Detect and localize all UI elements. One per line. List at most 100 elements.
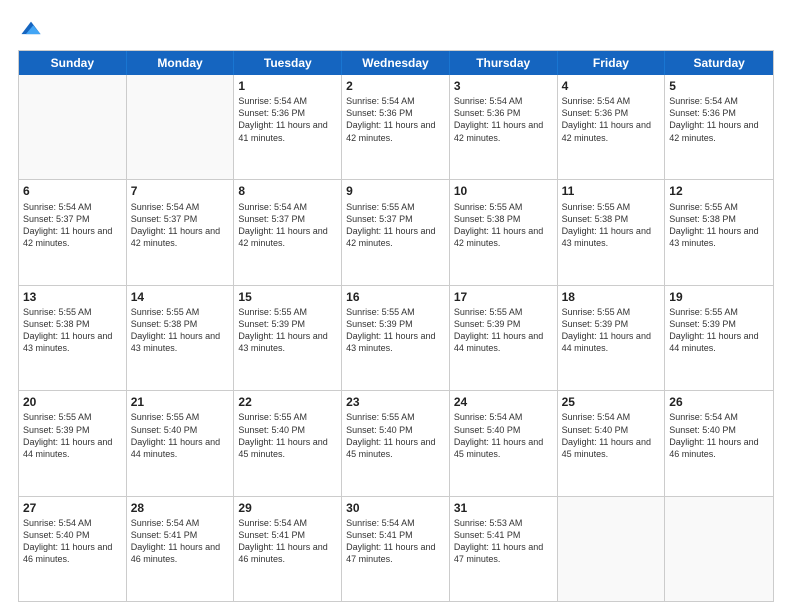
cell-info: Sunrise: 5:55 AM Sunset: 5:38 PM Dayligh… <box>131 306 230 355</box>
cell-info: Sunrise: 5:54 AM Sunset: 5:36 PM Dayligh… <box>454 95 553 144</box>
column-header-monday: Monday <box>127 51 235 75</box>
day-cell-11: 11Sunrise: 5:55 AM Sunset: 5:38 PM Dayli… <box>558 180 666 284</box>
column-header-tuesday: Tuesday <box>234 51 342 75</box>
day-cell-12: 12 Sunrise: 5:55 AM Sunset: 5:38 PM Dayli… <box>665 180 773 284</box>
logo-text <box>18 18 42 40</box>
day-number: 27 <box>23 500 122 516</box>
day-cell-28: 28Sunrise: 5:54 AM Sunset: 5:41 PM Dayli… <box>127 497 235 601</box>
day-number: 21 <box>131 394 230 410</box>
day-cell-15: 15Sunrise: 5:55 AM Sunset: 5:39 PM Dayli… <box>234 286 342 390</box>
day-number: 4 <box>562 78 661 94</box>
cell-info: Sunrise: 5:55 AM Sunset: 5:38 PM Dayligh… <box>669 201 769 250</box>
day-cell-7: 7 Sunrise: 5:54 AM Sunset: 5:37 PM Daylig… <box>127 180 235 284</box>
cell-info: Sunrise: 5:54 AM Sunset: 5:40 PM Dayligh… <box>23 517 122 566</box>
cell-info: Sunrise: 5:54 AM Sunset: 5:41 PM Dayligh… <box>346 517 445 566</box>
day-number: 18 <box>562 289 661 305</box>
day-number: 12 <box>669 183 769 199</box>
day-number: 10 <box>454 183 553 199</box>
day-cell-29: 29Sunrise: 5:54 AM Sunset: 5:41 PM Dayli… <box>234 497 342 601</box>
calendar-row-2: 6 Sunrise: 5:54 AM Sunset: 5:37 PM Daylig… <box>19 179 773 284</box>
cell-info: Sunrise: 5:53 AM Sunset: 5:41 PM Dayligh… <box>454 517 553 566</box>
day-number: 1 <box>238 78 337 94</box>
day-number: 29 <box>238 500 337 516</box>
cell-info: Sunrise: 5:54 AM Sunset: 5:40 PM Dayligh… <box>562 411 661 460</box>
calendar-row-4: 20Sunrise: 5:55 AM Sunset: 5:39 PM Dayli… <box>19 390 773 495</box>
cell-info: Sunrise: 5:55 AM Sunset: 5:40 PM Dayligh… <box>346 411 445 460</box>
empty-cell-4-6 <box>665 497 773 601</box>
day-number: 14 <box>131 289 230 305</box>
day-number: 23 <box>346 394 445 410</box>
day-number: 5 <box>669 78 769 94</box>
day-cell-5: 5Sunrise: 5:54 AM Sunset: 5:36 PM Daylig… <box>665 75 773 179</box>
logo-icon <box>20 18 42 40</box>
day-cell-24: 24Sunrise: 5:54 AM Sunset: 5:40 PM Dayli… <box>450 391 558 495</box>
day-cell-1: 1Sunrise: 5:54 AM Sunset: 5:36 PM Daylig… <box>234 75 342 179</box>
calendar-row-1: 1Sunrise: 5:54 AM Sunset: 5:36 PM Daylig… <box>19 75 773 179</box>
day-cell-31: 31Sunrise: 5:53 AM Sunset: 5:41 PM Dayli… <box>450 497 558 601</box>
day-cell-16: 16Sunrise: 5:55 AM Sunset: 5:39 PM Dayli… <box>342 286 450 390</box>
calendar: SundayMondayTuesdayWednesdayThursdayFrid… <box>18 50 774 602</box>
day-number: 17 <box>454 289 553 305</box>
cell-info: Sunrise: 5:54 AM Sunset: 5:36 PM Dayligh… <box>669 95 769 144</box>
cell-info: Sunrise: 5:55 AM Sunset: 5:39 PM Dayligh… <box>346 306 445 355</box>
day-cell-4: 4Sunrise: 5:54 AM Sunset: 5:36 PM Daylig… <box>558 75 666 179</box>
day-number: 24 <box>454 394 553 410</box>
day-number: 31 <box>454 500 553 516</box>
day-cell-13: 13Sunrise: 5:55 AM Sunset: 5:38 PM Dayli… <box>19 286 127 390</box>
day-number: 30 <box>346 500 445 516</box>
cell-info: Sunrise: 5:55 AM Sunset: 5:37 PM Dayligh… <box>346 201 445 250</box>
cell-info: Sunrise: 5:54 AM Sunset: 5:36 PM Dayligh… <box>562 95 661 144</box>
page: SundayMondayTuesdayWednesdayThursdayFrid… <box>0 0 792 612</box>
day-cell-17: 17Sunrise: 5:55 AM Sunset: 5:39 PM Dayli… <box>450 286 558 390</box>
cell-info: Sunrise: 5:55 AM Sunset: 5:39 PM Dayligh… <box>669 306 769 355</box>
day-cell-8: 8 Sunrise: 5:54 AM Sunset: 5:37 PM Daylig… <box>234 180 342 284</box>
day-number: 28 <box>131 500 230 516</box>
cell-info: Sunrise: 5:55 AM Sunset: 5:38 PM Dayligh… <box>562 201 661 250</box>
cell-info: Sunrise: 5:54 AM Sunset: 5:40 PM Dayligh… <box>669 411 769 460</box>
cell-info: Sunrise: 5:54 AM Sunset: 5:37 PM Dayligh… <box>131 201 230 250</box>
column-header-saturday: Saturday <box>665 51 773 75</box>
cell-info: Sunrise: 5:55 AM Sunset: 5:39 PM Dayligh… <box>454 306 553 355</box>
day-cell-9: 9Sunrise: 5:55 AM Sunset: 5:37 PM Daylig… <box>342 180 450 284</box>
day-cell-18: 18Sunrise: 5:55 AM Sunset: 5:39 PM Dayli… <box>558 286 666 390</box>
day-number: 8 <box>238 183 337 199</box>
cell-info: Sunrise: 5:54 AM Sunset: 5:37 PM Dayligh… <box>238 201 337 250</box>
day-cell-14: 14Sunrise: 5:55 AM Sunset: 5:38 PM Dayli… <box>127 286 235 390</box>
day-cell-3: 3Sunrise: 5:54 AM Sunset: 5:36 PM Daylig… <box>450 75 558 179</box>
day-cell-23: 23Sunrise: 5:55 AM Sunset: 5:40 PM Dayli… <box>342 391 450 495</box>
cell-info: Sunrise: 5:54 AM Sunset: 5:36 PM Dayligh… <box>238 95 337 144</box>
day-number: 7 <box>131 183 230 199</box>
cell-info: Sunrise: 5:55 AM Sunset: 5:38 PM Dayligh… <box>23 306 122 355</box>
cell-info: Sunrise: 5:55 AM Sunset: 5:40 PM Dayligh… <box>131 411 230 460</box>
column-header-sunday: Sunday <box>19 51 127 75</box>
day-number: 22 <box>238 394 337 410</box>
day-number: 15 <box>238 289 337 305</box>
cell-info: Sunrise: 5:54 AM Sunset: 5:41 PM Dayligh… <box>131 517 230 566</box>
cell-info: Sunrise: 5:55 AM Sunset: 5:40 PM Dayligh… <box>238 411 337 460</box>
logo <box>18 18 42 40</box>
cell-info: Sunrise: 5:54 AM Sunset: 5:40 PM Dayligh… <box>454 411 553 460</box>
day-cell-2: 2Sunrise: 5:54 AM Sunset: 5:36 PM Daylig… <box>342 75 450 179</box>
day-number: 16 <box>346 289 445 305</box>
day-cell-10: 10Sunrise: 5:55 AM Sunset: 5:38 PM Dayli… <box>450 180 558 284</box>
day-cell-19: 19Sunrise: 5:55 AM Sunset: 5:39 PM Dayli… <box>665 286 773 390</box>
calendar-header: SundayMondayTuesdayWednesdayThursdayFrid… <box>19 51 773 75</box>
day-number: 19 <box>669 289 769 305</box>
header <box>18 18 774 40</box>
cell-info: Sunrise: 5:55 AM Sunset: 5:39 PM Dayligh… <box>238 306 337 355</box>
day-number: 2 <box>346 78 445 94</box>
day-number: 3 <box>454 78 553 94</box>
day-cell-25: 25Sunrise: 5:54 AM Sunset: 5:40 PM Dayli… <box>558 391 666 495</box>
column-header-thursday: Thursday <box>450 51 558 75</box>
calendar-row-3: 13Sunrise: 5:55 AM Sunset: 5:38 PM Dayli… <box>19 285 773 390</box>
column-header-wednesday: Wednesday <box>342 51 450 75</box>
day-cell-30: 30Sunrise: 5:54 AM Sunset: 5:41 PM Dayli… <box>342 497 450 601</box>
day-cell-20: 20Sunrise: 5:55 AM Sunset: 5:39 PM Dayli… <box>19 391 127 495</box>
cell-info: Sunrise: 5:54 AM Sunset: 5:41 PM Dayligh… <box>238 517 337 566</box>
day-number: 6 <box>23 183 122 199</box>
day-number: 13 <box>23 289 122 305</box>
empty-cell-0-1 <box>127 75 235 179</box>
calendar-row-5: 27Sunrise: 5:54 AM Sunset: 5:40 PM Dayli… <box>19 496 773 601</box>
day-number: 26 <box>669 394 769 410</box>
day-cell-27: 27Sunrise: 5:54 AM Sunset: 5:40 PM Dayli… <box>19 497 127 601</box>
